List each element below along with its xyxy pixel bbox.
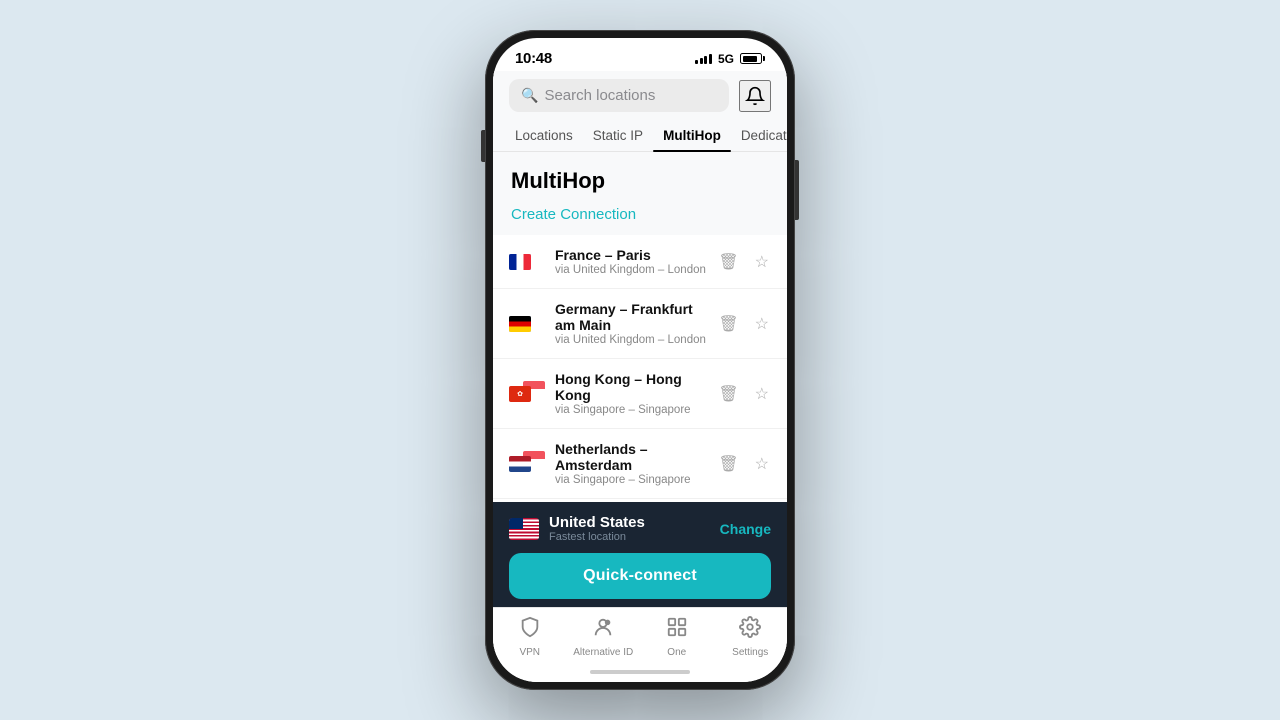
location-name: Netherlands – Amsterdam — [555, 441, 706, 473]
nav-alt-id-label: Alternative ID — [573, 647, 633, 658]
signal-icon — [695, 54, 712, 64]
status-bar: 10:48 5G — [493, 38, 787, 71]
nav-vpn[interactable]: VPN — [493, 616, 567, 658]
current-sub: Fastest location — [549, 531, 645, 543]
tab-multihop[interactable]: MultiHop — [653, 120, 731, 151]
location-text: Netherlands – Amsterdam via Singapore – … — [555, 441, 706, 486]
search-bar: 🔍 Search locations — [493, 71, 787, 120]
favorite-button[interactable]: ☆ — [753, 452, 771, 476]
delete-button[interactable]: 🗑 — [716, 382, 740, 406]
network-type: 5G — [718, 52, 734, 66]
location-text: Hong Kong – Hong Kong via Singapore – Si… — [555, 371, 706, 416]
list-item[interactable]: France – Paris via United Kingdom – Lond… — [493, 235, 787, 289]
nav-settings[interactable]: Settings — [714, 616, 788, 658]
search-input[interactable]: Search locations — [544, 87, 655, 104]
shield-icon — [519, 616, 541, 644]
bell-icon — [745, 86, 765, 106]
favorite-button[interactable]: ☆ — [753, 382, 771, 406]
search-icon: 🔍 — [521, 87, 538, 104]
location-text: Germany – Frankfurt am Main via United K… — [555, 301, 706, 346]
flag-pair — [509, 451, 545, 477]
battery-icon — [740, 53, 765, 64]
create-connection-link[interactable]: Create Connection — [493, 198, 787, 235]
location-name: Germany – Frankfurt am Main — [555, 301, 706, 333]
tab-static-ip[interactable]: Static IP — [583, 120, 653, 151]
nav-alt-id[interactable]: Alternative ID — [567, 616, 641, 658]
location-actions: 🗑 ☆ — [716, 250, 771, 274]
location-via: via United Kingdom – London — [555, 264, 706, 276]
quick-connect-button[interactable]: Quick-connect — [509, 553, 771, 599]
person-badge-icon — [592, 616, 614, 644]
bottom-nav: VPN Alternative ID — [493, 607, 787, 662]
flag-pair — [509, 311, 545, 337]
home-indicator — [493, 662, 787, 682]
hk-flag: ✿ — [509, 386, 531, 402]
current-info: United States Fastest location — [549, 514, 645, 543]
delete-button[interactable]: 🗑 — [716, 312, 740, 336]
favorite-button[interactable]: ☆ — [753, 312, 771, 336]
multihop-list: MultiHop Create Connection — [493, 152, 787, 502]
delete-button[interactable]: 🗑 — [716, 250, 740, 274]
grid-icon — [666, 616, 688, 644]
status-time: 10:48 — [515, 50, 552, 67]
location-via: via United Kingdom – London — [555, 334, 706, 346]
tab-bar: Locations Static IP MultiHop Dedicated I… — [493, 120, 787, 152]
location-actions: 🗑 ☆ — [716, 312, 771, 336]
nav-settings-label: Settings — [732, 647, 768, 658]
location-actions: 🗑 ☆ — [716, 452, 771, 476]
flag-pair: ✿ — [509, 381, 545, 407]
current-country: United States — [549, 514, 645, 531]
france-flag — [509, 254, 531, 270]
status-icons: 5G — [695, 52, 765, 66]
current-location: United States Fastest location Change — [509, 514, 771, 543]
nav-vpn-label: VPN — [519, 647, 540, 658]
list-item[interactable]: Netherlands – Amsterdam via Singapore – … — [493, 429, 787, 499]
list-item[interactable]: Germany – Frankfurt am Main via United K… — [493, 289, 787, 359]
flag-pair — [509, 249, 545, 275]
location-via: via Singapore – Singapore — [555, 404, 706, 416]
nav-one[interactable]: One — [640, 616, 714, 658]
main-content: 🔍 Search locations Locations Static IP M… — [493, 71, 787, 682]
us-flag — [509, 518, 539, 540]
location-text: France – Paris via United Kingdom – Lond… — [555, 247, 706, 276]
location-actions: 🗑 ☆ — [716, 382, 771, 406]
change-location-button[interactable]: Change — [720, 521, 771, 537]
section-title: MultiHop — [493, 152, 787, 198]
gear-icon — [739, 616, 761, 644]
netherlands-flag — [509, 456, 531, 472]
nav-one-label: One — [667, 647, 686, 658]
germany-flag — [509, 316, 531, 332]
current-left: United States Fastest location — [509, 514, 645, 543]
favorite-button[interactable]: ☆ — [753, 250, 771, 274]
list-item[interactable]: ✿ Hong Kong – Hong Kong via Singapore – … — [493, 359, 787, 429]
location-via: via Singapore – Singapore — [555, 474, 706, 486]
location-name: Hong Kong – Hong Kong — [555, 371, 706, 403]
notification-button[interactable] — [739, 80, 771, 112]
delete-button[interactable]: 🗑 — [716, 452, 740, 476]
tab-dedicated-ip[interactable]: Dedicated IP — [731, 120, 787, 151]
bottom-card: United States Fastest location Change Qu… — [493, 502, 787, 607]
search-input-wrapper[interactable]: 🔍 Search locations — [509, 79, 729, 112]
phone-frame: 10:48 5G — [485, 30, 795, 690]
phone-screen: 10:48 5G — [493, 38, 787, 682]
location-name: France – Paris — [555, 247, 706, 263]
tab-locations[interactable]: Locations — [505, 120, 583, 151]
